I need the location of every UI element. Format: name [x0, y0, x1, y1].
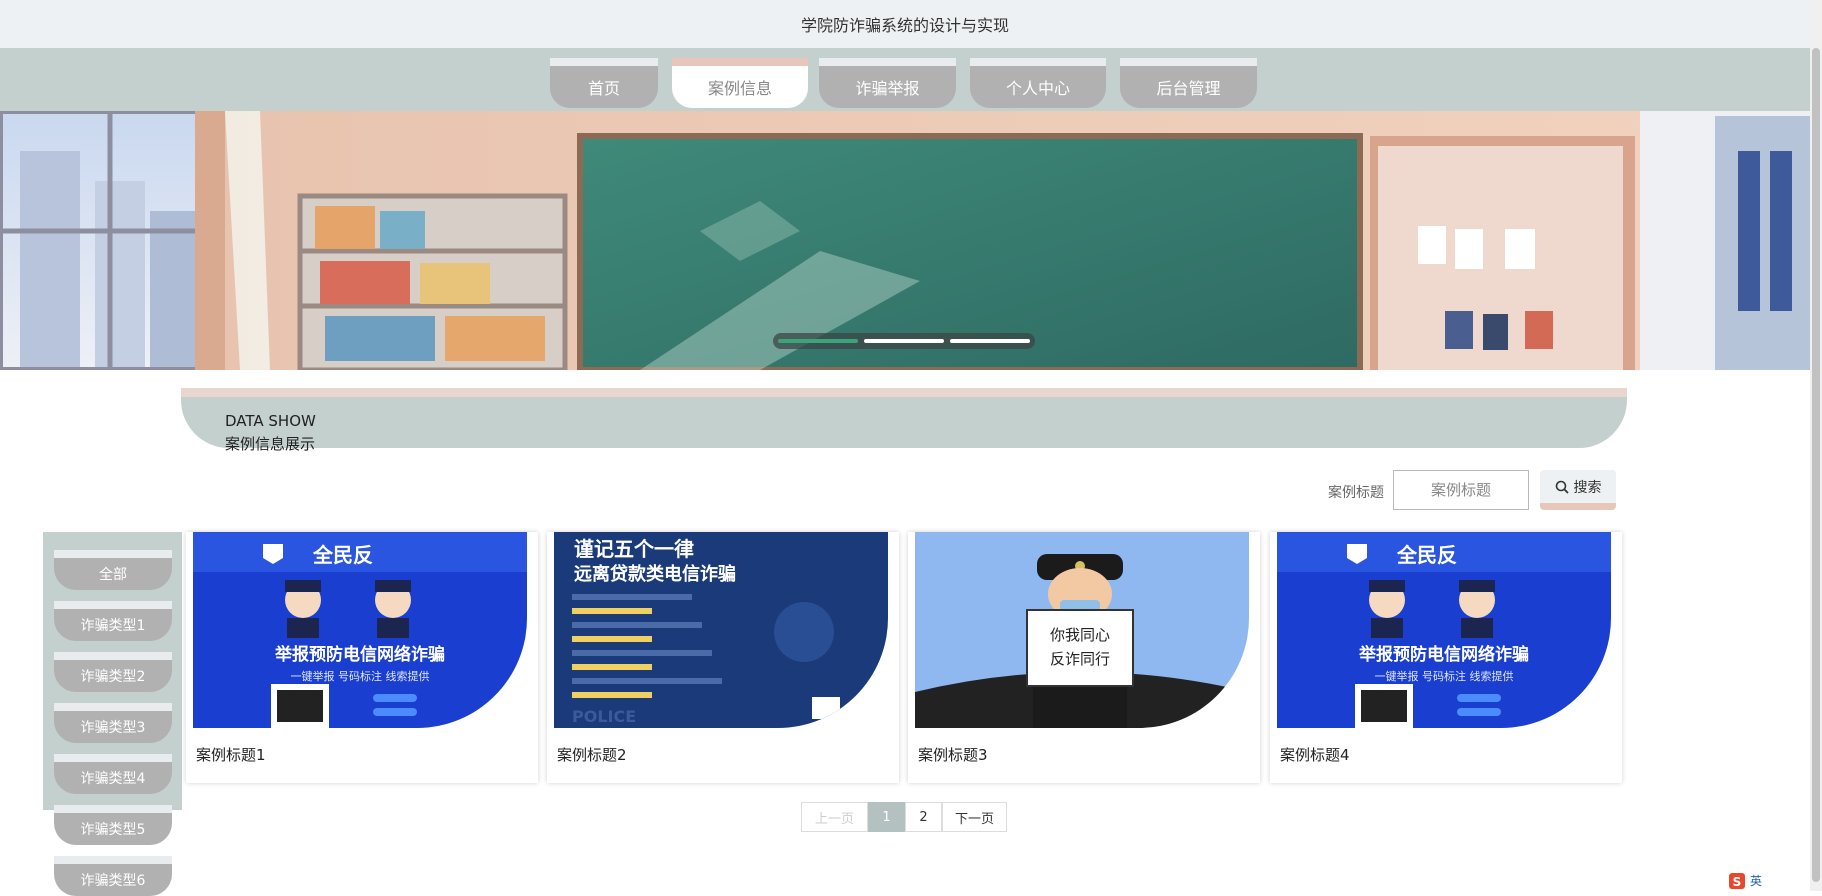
case-card-3[interactable]: 你我同心 反诈同行 案例标题3 [908, 532, 1260, 783]
pagination-next[interactable]: 下一页 [942, 802, 1007, 832]
scrollbar-thumb[interactable] [1812, 48, 1820, 882]
svg-text:S: S [1733, 875, 1742, 889]
search-button-label: 搜索 [1573, 479, 1602, 496]
case-title-3[interactable]: 案例标题3 [918, 744, 988, 765]
anti-fraud-poster: 全民反 举报预防电信网络诈骗 一键举报 号码标注 线索提供 [1277, 532, 1611, 728]
anti-fraud-poster: 全民反 举报预防电信网络诈骗 一键举报 号码标注 线索提供 [193, 532, 527, 728]
category-type-2[interactable]: 诈骗类型2 [54, 652, 172, 692]
case-title-1[interactable]: 案例标题1 [196, 744, 266, 765]
banner-carousel[interactable] [0, 111, 1810, 370]
poster-sign-line1: 你我同心 [1050, 626, 1110, 644]
poster-headline: 全民反 [312, 543, 373, 567]
case-card-2[interactable]: 谨记五个一律 远离贷款类电信诈骗 POLICE 案例标题2 [547, 532, 899, 783]
nav-admin[interactable]: 后台管理 [1120, 58, 1257, 108]
site-title: 学院防诈骗系统的设计与实现 [800, 16, 1009, 35]
category-label: 诈骗类型3 [80, 720, 146, 736]
case-image-4: 全民反 举报预防电信网络诈骗 一键举报 号码标注 线索提供 [1277, 532, 1611, 728]
case-image-2: 谨记五个一律 远离贷款类电信诈骗 POLICE [554, 532, 888, 728]
ime-indicator[interactable]: S 英 [1728, 870, 1808, 891]
poster-sign-line2: 反诈同行 [1050, 650, 1110, 668]
case-card-1[interactable]: 全民反 举报预防电信网络诈骗 一键举报 号码标注 线索提供 案例标题1 [186, 532, 538, 783]
case-image-3: 你我同心 反诈同行 [915, 532, 1249, 728]
nav-home[interactable]: 首页 [550, 58, 658, 108]
poster-sub: 一键举报 号码标注 线索提供 [291, 669, 430, 683]
case-card-4[interactable]: 全民反 举报预防电信网络诈骗 一键举报 号码标注 线索提供 案例标题4 [1270, 532, 1622, 783]
category-type-3[interactable]: 诈骗类型3 [54, 703, 172, 743]
search-icon [1555, 480, 1569, 494]
qr-code-icon [812, 697, 840, 719]
carousel-dot-1[interactable] [778, 339, 858, 343]
poster-sub: 一键举报 号码标注 线索提供 [1375, 669, 1514, 683]
category-label: 诈骗类型4 [80, 771, 146, 787]
main-nav: 首页 案例信息 诈骗举报 个人中心 后台管理 [0, 48, 1810, 111]
search-label: 案例标题 [1328, 485, 1384, 501]
category-label: 全部 [99, 567, 127, 583]
pagination-page-2[interactable]: 2 [905, 802, 942, 832]
category-type-6[interactable]: 诈骗类型6 [54, 856, 172, 896]
poster-headline: 谨记五个一律 [574, 537, 694, 561]
category-type-4[interactable]: 诈骗类型4 [54, 754, 172, 794]
poster-main: 举报预防电信网络诈骗 [1358, 644, 1529, 665]
category-type-5[interactable]: 诈骗类型5 [54, 805, 172, 845]
case-image-1: 全民反 举报预防电信网络诈骗 一键举报 号码标注 线索提供 [193, 532, 527, 728]
classroom-illustration [0, 111, 1810, 370]
category-label: 诈骗类型6 [80, 873, 146, 889]
carousel-indicators [773, 333, 1035, 349]
section-title-cn: 案例信息展示 [225, 435, 316, 453]
police-officer-poster: 你我同心 反诈同行 [915, 532, 1249, 728]
nav-personal-center[interactable]: 个人中心 [970, 58, 1106, 108]
nav-label: 诈骗举报 [855, 79, 920, 98]
nav-label: 后台管理 [1156, 79, 1221, 98]
nav-label: 个人中心 [1005, 79, 1070, 98]
carousel-dot-2[interactable] [864, 339, 944, 343]
poster-footer: POLICE [572, 707, 636, 726]
category-type-1[interactable]: 诈骗类型1 [54, 601, 172, 641]
site-header: 学院防诈骗系统的设计与实现 [0, 0, 1810, 48]
case-title-search-input[interactable] [1393, 470, 1529, 510]
category-label: 诈骗类型1 [80, 618, 146, 634]
loan-fraud-poster: 谨记五个一律 远离贷款类电信诈骗 POLICE [554, 532, 888, 728]
poster-main: 举报预防电信网络诈骗 [274, 644, 445, 665]
ime-mode-label: 英 [1750, 874, 1763, 888]
nav-label: 案例信息 [707, 79, 772, 98]
category-all[interactable]: 全部 [54, 550, 172, 590]
section-title-en: DATA SHOW [225, 412, 316, 430]
category-label: 诈骗类型2 [80, 669, 146, 685]
nav-fraud-report[interactable]: 诈骗举报 [819, 58, 956, 108]
category-label: 诈骗类型5 [80, 822, 146, 838]
nav-label: 首页 [587, 79, 620, 98]
carousel-dot-3[interactable] [950, 339, 1030, 343]
poster-headline: 全民反 [1396, 543, 1457, 567]
poster-main: 远离贷款类电信诈骗 [574, 563, 736, 585]
section-header: DATA SHOW 案例信息展示 [181, 388, 1627, 453]
pagination-page-1[interactable]: 1 [868, 802, 905, 832]
sogou-ime-icon: S [1729, 872, 1745, 889]
pagination-prev[interactable]: 上一页 [801, 802, 868, 832]
case-title-4[interactable]: 案例标题4 [1280, 744, 1350, 765]
case-title-2[interactable]: 案例标题2 [557, 744, 627, 765]
nav-case-info[interactable]: 案例信息 [672, 58, 808, 108]
search-button[interactable]: 搜索 [1540, 470, 1616, 510]
